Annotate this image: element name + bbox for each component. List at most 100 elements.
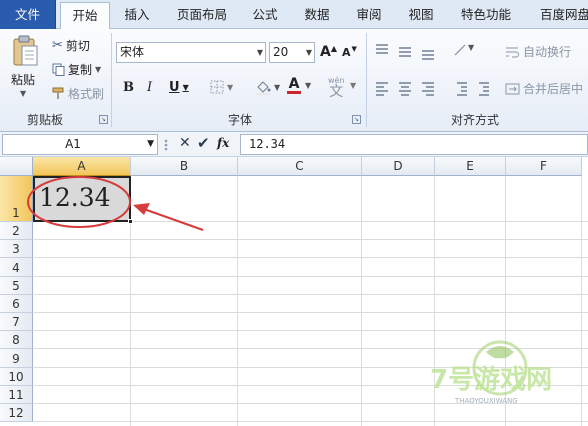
clipboard-group-label: 剪贴板 <box>26 113 63 127</box>
format-painter-button[interactable]: 格式刷 <box>52 85 104 102</box>
formula-bar: A1 ▼ ✕ ✔ fx 12.34 <box>0 132 588 157</box>
name-box-dropdown-icon: ▼ <box>147 139 154 149</box>
cell-a1[interactable]: 12.34 <box>33 176 131 222</box>
font-name-dropdown-icon: ▼ <box>256 48 263 57</box>
merge-center-button[interactable]: 合并后居中 <box>505 80 583 97</box>
row-header-2[interactable]: 2 <box>0 222 33 241</box>
gridline-vertical <box>237 176 238 426</box>
select-all-corner[interactable] <box>0 157 33 176</box>
column-header-f[interactable]: F <box>506 157 582 176</box>
worksheet-grid[interactable]: A B C D E F 1 2 3 4 5 6 7 8 9 10 11 12 12.34 <box>0 157 588 426</box>
tab-special-features[interactable]: 特色功能 <box>450 0 522 29</box>
row-header-7[interactable]: 7 <box>0 313 33 332</box>
bold-button[interactable]: B <box>123 80 134 95</box>
gridline-horizontal <box>33 330 588 332</box>
decrease-indent-button[interactable] <box>455 79 471 99</box>
cut-button[interactable]: ✂ 剪切 <box>52 37 90 54</box>
increase-indent-button[interactable] <box>477 79 493 99</box>
column-header-b[interactable]: B <box>131 157 238 176</box>
fill-color-dropdown-icon: ▼ <box>274 83 281 92</box>
group-separator <box>366 33 367 127</box>
shrink-font-button[interactable]: A ▼ <box>342 44 357 60</box>
name-box[interactable]: A1 ▼ <box>2 134 158 155</box>
orientation-button[interactable]: ▼ <box>452 39 474 59</box>
align-left-button[interactable] <box>373 79 389 99</box>
fill-handle[interactable] <box>128 219 133 224</box>
insert-function-button[interactable]: fx <box>217 136 229 150</box>
align-center-button[interactable] <box>396 79 412 99</box>
font-dialog-launcher-icon[interactable]: ↘ <box>352 115 361 124</box>
grow-font-button[interactable]: A ▲ <box>320 43 337 61</box>
formula-input[interactable]: 12.34 <box>240 134 588 155</box>
grow-font-icon: ▲ <box>330 43 337 53</box>
font-color-swatch <box>287 91 301 94</box>
column-header-a[interactable]: A <box>33 157 131 176</box>
tab-file[interactable]: 文件 <box>0 0 56 29</box>
column-header-c[interactable]: C <box>238 157 362 176</box>
formula-bar-splitter-icon <box>164 139 168 151</box>
phonetic-guide-button[interactable]: wén 文 <box>328 76 345 99</box>
row-header-9[interactable]: 9 <box>0 349 33 368</box>
row-header-12[interactable]: 12 <box>0 404 33 423</box>
copy-dropdown-arrow-icon: ▼ <box>95 65 102 74</box>
borders-dropdown-icon: ▼ <box>227 82 234 92</box>
row-header-8[interactable]: 8 <box>0 331 33 350</box>
ribbon-tab-bar: 文件 开始 插入 页面布局 公式 数据 审阅 视图 特色功能 百度网盘 <box>0 0 588 30</box>
row-header-3[interactable]: 3 <box>0 240 33 259</box>
tab-page-layout[interactable]: 页面布局 <box>166 0 238 29</box>
wrap-text-icon <box>506 47 519 57</box>
italic-button[interactable]: I <box>147 80 152 95</box>
wrap-text-button[interactable]: 自动换行 <box>505 43 571 60</box>
align-right-button[interactable] <box>419 79 435 99</box>
row-header-10[interactable]: 10 <box>0 367 33 386</box>
font-size-combo[interactable]: 20 ▼ <box>269 42 315 63</box>
gridline-horizontal <box>33 348 588 350</box>
clipboard-icon <box>13 35 38 66</box>
font-color-dropdown-icon[interactable]: ▼ <box>305 81 311 90</box>
font-color-button[interactable]: A <box>287 77 301 94</box>
tab-baidu-netdisk[interactable]: 百度网盘 <box>528 0 588 29</box>
underline-button[interactable]: U ▼ <box>169 80 189 95</box>
group-separator <box>111 33 112 127</box>
gridline-vertical <box>361 176 362 426</box>
gridline-horizontal <box>33 403 588 404</box>
shrink-font-icon: ▼ <box>351 44 357 53</box>
row-header-11[interactable]: 11 <box>0 385 33 404</box>
gridline-horizontal <box>33 421 588 423</box>
gridline-horizontal <box>33 257 588 259</box>
align-top-button[interactable] <box>373 39 389 59</box>
align-bottom-button[interactable] <box>419 39 435 59</box>
row-header-1[interactable]: 1 <box>0 176 33 222</box>
gridline-horizontal <box>33 293 588 295</box>
row-header-6[interactable]: 6 <box>0 294 33 313</box>
tab-insert[interactable]: 插入 <box>112 0 162 29</box>
tab-review[interactable]: 审阅 <box>346 0 392 29</box>
paste-label[interactable]: 粘贴 <box>11 71 35 88</box>
tab-view[interactable]: 视图 <box>398 0 444 29</box>
enter-entry-icon[interactable]: ✔ <box>197 134 210 152</box>
phonetic-dropdown-icon[interactable]: ▼ <box>350 81 356 90</box>
formula-buttons: ✕ ✔ fx <box>162 134 237 155</box>
orientation-dropdown-icon: ▼ <box>468 43 475 52</box>
tab-formulas[interactable]: 公式 <box>242 0 288 29</box>
scissors-icon: ✂ <box>52 38 63 53</box>
tab-home[interactable]: 开始 <box>60 2 110 30</box>
font-name-combo[interactable]: 宋体 ▼ <box>116 42 266 63</box>
copy-button[interactable]: 复制 ▼ <box>52 61 101 78</box>
column-header-e[interactable]: E <box>435 157 506 176</box>
cancel-entry-icon[interactable]: ✕ <box>179 135 191 151</box>
row-header-4[interactable]: 4 <box>0 258 33 277</box>
underline-dropdown-icon: ▼ <box>182 83 189 92</box>
borders-button[interactable]: ▼ <box>210 80 233 94</box>
clipboard-dialog-launcher-icon[interactable]: ↘ <box>99 115 108 124</box>
row-header-5[interactable]: 5 <box>0 276 33 295</box>
align-middle-button[interactable] <box>396 39 412 59</box>
tab-data[interactable]: 数据 <box>294 0 340 29</box>
paste-dropdown-arrow-icon[interactable]: ▼ <box>20 89 26 98</box>
column-header-d[interactable]: D <box>362 157 435 176</box>
gridline-vertical <box>581 176 582 426</box>
gridline-vertical <box>434 176 435 426</box>
fill-color-button[interactable]: ▼ <box>255 80 280 95</box>
borders-icon <box>210 80 224 94</box>
paste-button[interactable] <box>8 33 42 69</box>
